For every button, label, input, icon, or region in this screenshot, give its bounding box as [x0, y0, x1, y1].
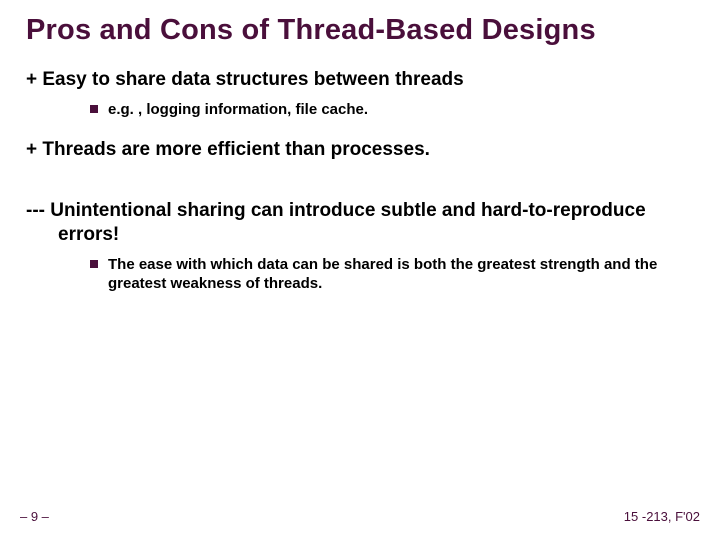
sub-point-con-1: The ease with which data can be shared i…	[90, 255, 694, 294]
sub-point-text: e.g. , logging information, file cache.	[108, 100, 694, 120]
point-text: Threads are more efficient than processe…	[42, 139, 430, 160]
sub-point-pro-1: e.g. , logging information, file cache.	[90, 100, 694, 120]
square-bullet-icon	[90, 260, 98, 268]
point-prefix: +	[26, 69, 42, 90]
slide: Pros and Cons of Thread-Based Designs + …	[0, 0, 720, 540]
spacer	[26, 169, 694, 199]
course-tag: 15 -213, F'02	[624, 509, 700, 524]
point-prefix: ---	[26, 200, 50, 221]
bullet-point-pro-1: + Easy to share data structures between …	[26, 68, 694, 92]
slide-title: Pros and Cons of Thread-Based Designs	[26, 14, 694, 46]
point-text: Unintentional sharing can introduce subt…	[50, 200, 645, 245]
bullet-point-con-1: --- Unintentional sharing can introduce …	[26, 199, 694, 247]
point-prefix: +	[26, 139, 42, 160]
sub-point-text: The ease with which data can be shared i…	[108, 255, 694, 294]
point-text: Easy to share data structures between th…	[42, 69, 463, 90]
bullet-point-pro-2: + Threads are more efficient than proces…	[26, 138, 694, 162]
square-bullet-icon	[90, 105, 98, 113]
page-number: – 9 –	[20, 509, 49, 524]
